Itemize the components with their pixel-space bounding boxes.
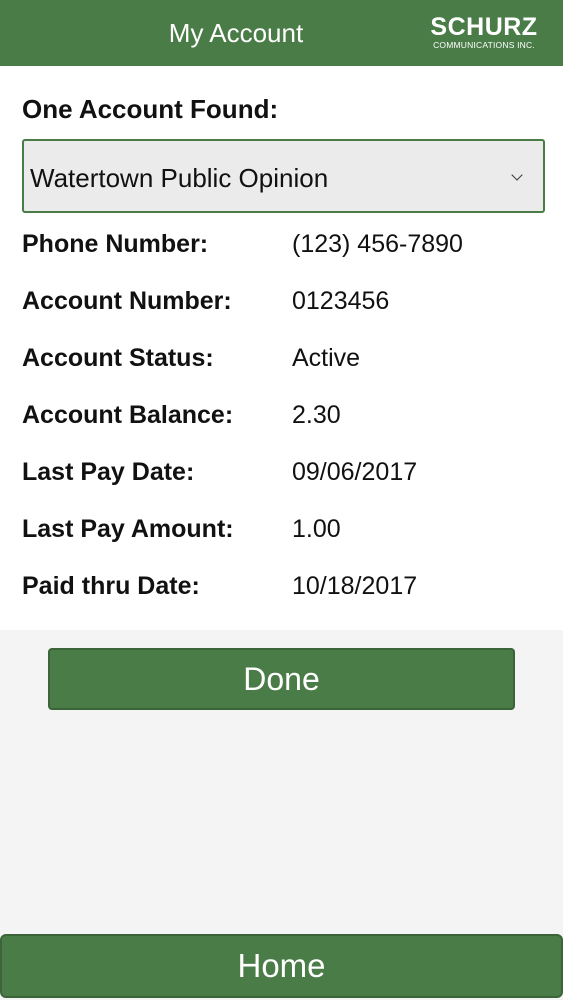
account-status-row: Account Status: Active — [22, 338, 542, 378]
accounts-found-label: One Account Found: — [22, 94, 279, 124]
logo-tagline: COMMUNICATIONS INC. — [433, 40, 535, 50]
schurz-logo: SCHURZ COMMUNICATIONS INC. — [421, 14, 547, 50]
last-pay-date-row: Last Pay Date: 09/06/2017 — [22, 452, 542, 492]
home-button[interactable]: Home — [0, 934, 563, 998]
phone-number-row: Phone Number: (123) 456-7890 — [22, 224, 542, 264]
paid-thru-date-label: Paid thru Date: — [22, 572, 200, 600]
account-panel: One Account Found: Watertown Public Opin… — [0, 66, 563, 630]
account-status-label: Account Status: — [22, 344, 214, 372]
logo-wordmark: SCHURZ — [430, 13, 538, 41]
account-number-label: Account Number: — [22, 287, 232, 315]
last-pay-date-label: Last Pay Date: — [22, 458, 195, 486]
page-title: My Account — [168, 18, 304, 48]
phone-number-value: (123) 456-7890 — [292, 230, 463, 258]
account-select[interactable]: Watertown Public Opinion — [22, 139, 545, 213]
last-pay-amount-row: Last Pay Amount: 1.00 — [22, 509, 542, 549]
phone-number-label: Phone Number: — [22, 230, 209, 258]
paid-thru-date-value: 10/18/2017 — [292, 572, 418, 600]
last-pay-date-value: 09/06/2017 — [292, 458, 418, 486]
paid-thru-date-row: Paid thru Date: 10/18/2017 — [22, 566, 542, 606]
account-number-row: Account Number: 0123456 — [22, 281, 542, 321]
last-pay-amount-label: Last Pay Amount: — [22, 515, 234, 543]
account-balance-value: 2.30 — [292, 401, 341, 429]
last-pay-amount-value: 1.00 — [292, 515, 341, 543]
account-balance-row: Account Balance: 2.30 — [22, 395, 542, 435]
chevron-down-icon — [511, 169, 523, 181]
account-number-value: 0123456 — [292, 287, 390, 315]
account-select-value: Watertown Public Opinion — [30, 163, 329, 193]
account-balance-label: Account Balance: — [22, 401, 234, 429]
done-button[interactable]: Done — [48, 648, 515, 710]
app-header: My Account SCHURZ COMMUNICATIONS INC. — [0, 0, 563, 66]
account-status-value: Active — [292, 344, 361, 372]
